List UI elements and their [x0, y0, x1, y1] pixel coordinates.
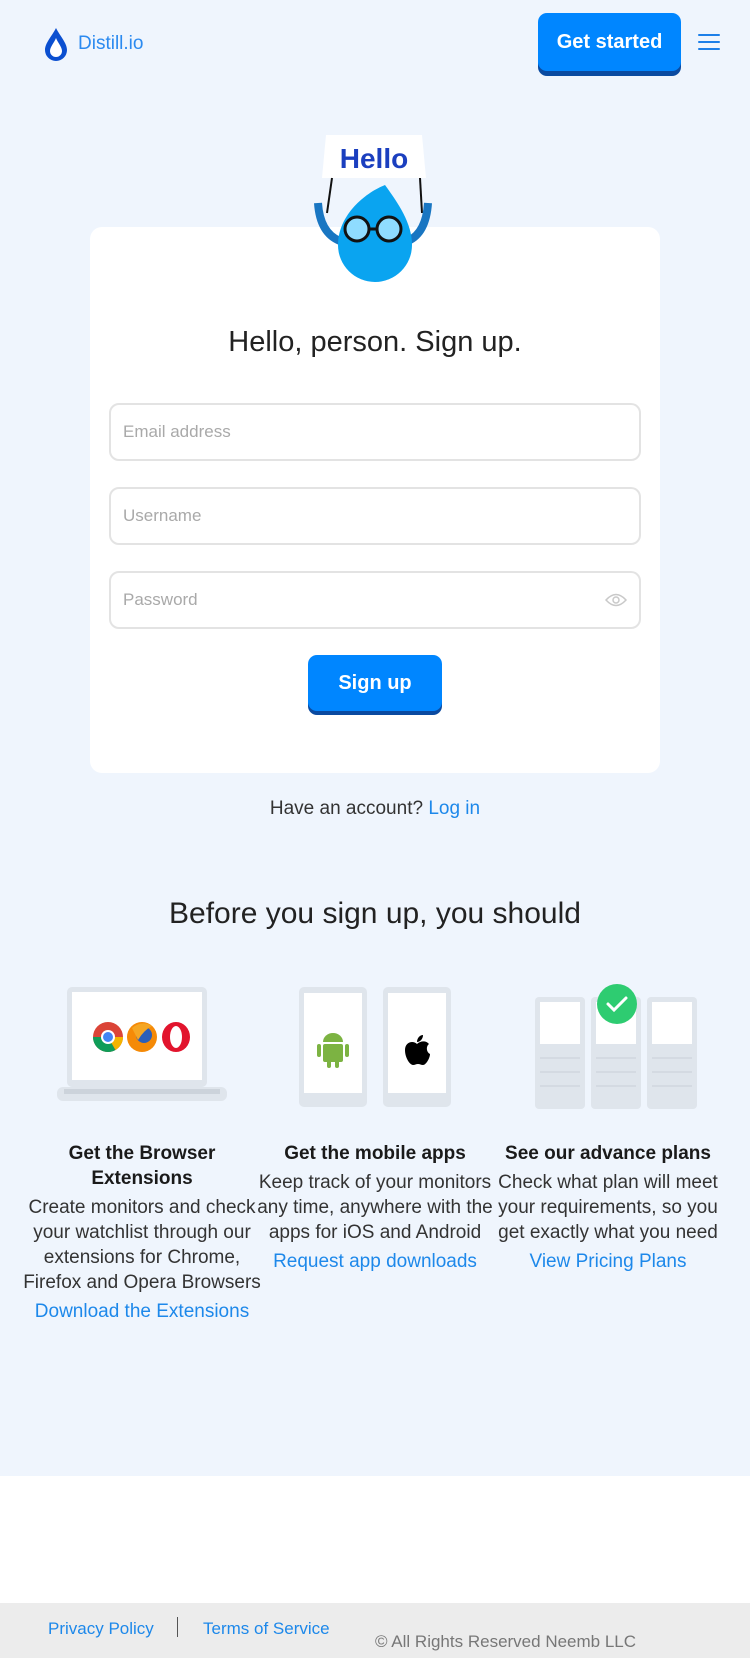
username-input[interactable]: [123, 506, 627, 526]
view-pricing-plans-link[interactable]: View Pricing Plans: [488, 1251, 728, 1273]
plans-illustration: [488, 980, 728, 1115]
before-signup-title: Before you sign up, you should: [169, 897, 581, 930]
brand-name: Distill.io: [78, 33, 144, 54]
privacy-policy-link[interactable]: Privacy Policy: [48, 1619, 154, 1639]
password-field[interactable]: [109, 571, 641, 629]
log-in-link[interactable]: Log in: [428, 798, 480, 819]
get-started-button[interactable]: Get started: [538, 13, 681, 71]
signup-title: Hello, person. Sign up.: [228, 326, 522, 358]
copyright-text: © All Rights Reserved Neemb LLC: [375, 1632, 637, 1651]
request-app-downloads-link[interactable]: Request app downloads: [255, 1251, 495, 1273]
feature-advance-plans: See our advance plans Check what plan wi…: [488, 980, 728, 1273]
username-field[interactable]: [109, 487, 641, 545]
mascot-illustration: Hello: [314, 135, 432, 282]
feature-description: Check what plan will meet your requireme…: [498, 1172, 718, 1243]
footer: Privacy Policy Terms of Service © All Ri…: [0, 1603, 750, 1658]
laptop-illustration: [22, 980, 262, 1115]
feature-title: Get the mobile apps: [284, 1143, 466, 1164]
login-prompt: Have an account? Log in: [0, 798, 750, 820]
brand-logo[interactable]: Distill.io: [42, 26, 143, 62]
hamburger-menu-icon[interactable]: [698, 34, 720, 52]
hello-sign-text: Hello: [340, 143, 408, 174]
page: Distill.io Get started Hello Hello, pers…: [0, 0, 750, 1658]
chrome-icon: [93, 1022, 123, 1053]
email-field[interactable]: [109, 403, 641, 461]
download-extensions-link[interactable]: Download the Extensions: [22, 1301, 262, 1323]
eye-icon[interactable]: [605, 592, 627, 608]
feature-mobile-apps: Get the mobile apps Keep track of your m…: [255, 980, 495, 1273]
firefox-icon: [127, 1022, 157, 1052]
feature-description: Keep track of your monitors any time, an…: [257, 1172, 493, 1243]
feature-title: Get the Browser Extensions: [68, 1143, 216, 1189]
drop-logo-icon: [45, 28, 67, 61]
feature-title: See our advance plans: [505, 1143, 711, 1164]
feature-browser-extensions: Get the Browser Extensions Create monito…: [22, 980, 262, 1323]
footer-divider: [177, 1617, 178, 1637]
phones-illustration: [255, 980, 495, 1115]
password-input[interactable]: [123, 590, 605, 610]
email-input[interactable]: [123, 422, 627, 442]
opera-icon: [162, 1022, 190, 1052]
login-prompt-text: Have an account?: [269, 798, 424, 819]
sign-up-button[interactable]: Sign up: [308, 655, 442, 711]
feature-description: Create monitors and check your watchlist…: [23, 1197, 261, 1293]
check-badge-icon: [597, 984, 637, 1024]
terms-of-service-link[interactable]: Terms of Service: [203, 1619, 330, 1639]
